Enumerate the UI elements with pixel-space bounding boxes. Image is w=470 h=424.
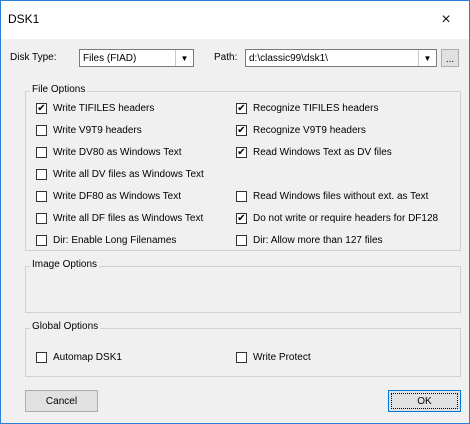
image-options-group bbox=[25, 266, 461, 313]
checkbox-box[interactable] bbox=[236, 352, 247, 363]
file-options-title: File Options bbox=[30, 84, 88, 95]
file-option-label: Recognize TIFILES headers bbox=[253, 103, 379, 114]
automap-checkbox[interactable]: Automap DSK1 bbox=[36, 352, 122, 363]
check-icon[interactable]: ✔ bbox=[236, 213, 247, 224]
write-protect-label: Write Protect bbox=[253, 352, 311, 363]
checkbox-box[interactable] bbox=[36, 235, 47, 246]
file-option-label: Read Windows Text as DV files bbox=[253, 147, 392, 158]
chevron-down-icon[interactable]: ▼ bbox=[418, 50, 436, 66]
checkbox-box[interactable] bbox=[36, 169, 47, 180]
file-option-label: Dir: Enable Long Filenames bbox=[53, 235, 177, 246]
path-value: d:\classic99\dsk1\ bbox=[249, 53, 328, 64]
file-option-checkbox[interactable]: Write DV80 as Windows Text bbox=[36, 147, 182, 158]
file-option-label: Write all DF files as Windows Text bbox=[53, 213, 204, 224]
checkbox-box[interactable] bbox=[36, 147, 47, 158]
file-option-checkbox[interactable]: Dir: Allow more than 127 files bbox=[236, 235, 383, 246]
file-option-label: Recognize V9T9 headers bbox=[253, 125, 366, 136]
global-options-title: Global Options bbox=[30, 321, 101, 332]
file-option-label: Read Windows files without ext. as Text bbox=[253, 191, 429, 202]
file-option-checkbox[interactable]: ✔ Do not write or require headers for DF1… bbox=[236, 213, 438, 224]
automap-label: Automap DSK1 bbox=[53, 352, 122, 363]
file-option-checkbox[interactable]: Write all DV files as Windows Text bbox=[36, 169, 204, 180]
checkbox-box[interactable] bbox=[36, 125, 47, 136]
file-option-label: Write DV80 as Windows Text bbox=[53, 147, 182, 158]
file-option-checkbox[interactable]: ✔ Write TIFILES headers bbox=[36, 103, 154, 114]
disk-type-value: Files (FIAD) bbox=[83, 53, 137, 64]
ok-button[interactable]: OK bbox=[388, 390, 461, 412]
path-label: Path: bbox=[214, 52, 238, 63]
cancel-button-label: Cancel bbox=[45, 395, 78, 407]
cancel-button[interactable]: Cancel bbox=[25, 390, 98, 412]
dialog-window: DSK1 × Disk Type: Files (FIAD) ▼ Path: d… bbox=[0, 0, 470, 424]
file-option-checkbox[interactable]: Write DF80 as Windows Text bbox=[36, 191, 181, 202]
file-option-checkbox[interactable]: ✔ Recognize TIFILES headers bbox=[236, 103, 378, 114]
file-option-checkbox[interactable]: ✔ Recognize V9T9 headers bbox=[236, 125, 366, 136]
checkbox-box[interactable] bbox=[36, 352, 47, 363]
checkbox-box[interactable] bbox=[36, 213, 47, 224]
checkbox-box[interactable] bbox=[236, 235, 247, 246]
file-option-label: Write V9T9 headers bbox=[53, 125, 142, 136]
file-option-label: Write TIFILES headers bbox=[53, 103, 155, 114]
focus-rect bbox=[391, 393, 458, 409]
chevron-down-icon[interactable]: ▼ bbox=[175, 50, 193, 66]
file-option-label: Write all DV files as Windows Text bbox=[53, 169, 204, 180]
check-icon[interactable]: ✔ bbox=[236, 103, 247, 114]
file-option-checkbox[interactable]: ✔ Read Windows Text as DV files bbox=[236, 147, 392, 158]
checkbox-box[interactable] bbox=[236, 191, 247, 202]
close-icon[interactable]: × bbox=[423, 1, 469, 39]
image-options-title: Image Options bbox=[30, 259, 100, 270]
file-option-checkbox[interactable]: Dir: Enable Long Filenames bbox=[36, 235, 176, 246]
file-option-checkbox[interactable]: Write V9T9 headers bbox=[36, 125, 142, 136]
title-bar: DSK1 × bbox=[1, 1, 469, 39]
disk-type-label: Disk Type: bbox=[10, 52, 57, 63]
check-icon[interactable]: ✔ bbox=[236, 125, 247, 136]
check-icon[interactable]: ✔ bbox=[36, 103, 47, 114]
file-option-label: Do not write or require headers for DF12… bbox=[253, 213, 439, 224]
browse-button[interactable]: ... bbox=[441, 49, 459, 67]
file-option-checkbox[interactable]: Read Windows files without ext. as Text bbox=[236, 191, 428, 202]
file-option-label: Dir: Allow more than 127 files bbox=[253, 235, 383, 246]
write-protect-checkbox[interactable]: Write Protect bbox=[236, 352, 311, 363]
file-option-label: Write DF80 as Windows Text bbox=[53, 191, 182, 202]
check-icon[interactable]: ✔ bbox=[236, 147, 247, 158]
path-select[interactable]: d:\classic99\dsk1\ ▼ bbox=[245, 49, 437, 67]
window-title: DSK1 bbox=[8, 12, 40, 26]
checkbox-box[interactable] bbox=[36, 191, 47, 202]
disk-type-select[interactable]: Files (FIAD) ▼ bbox=[79, 49, 194, 67]
file-option-checkbox[interactable]: Write all DF files as Windows Text bbox=[36, 213, 203, 224]
